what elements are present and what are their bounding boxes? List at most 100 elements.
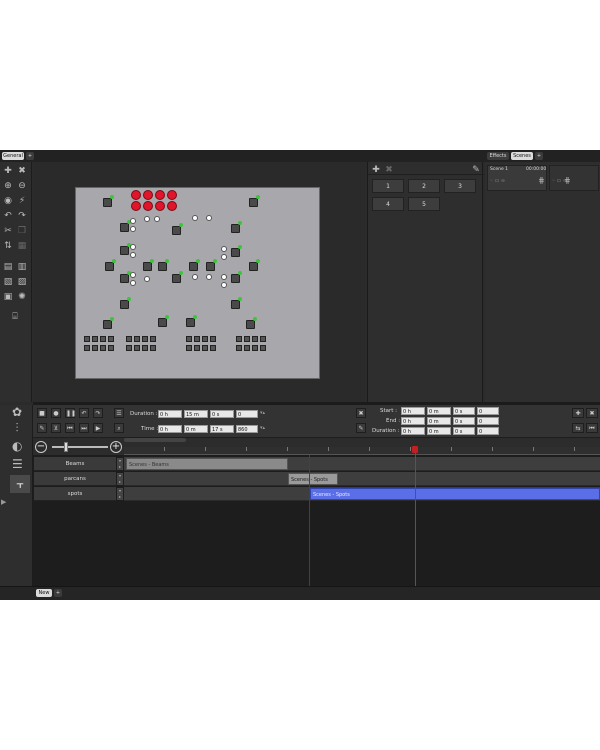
end-minutes[interactable]: 0 m [427,417,451,425]
add-right-tab-button[interactable]: + [535,152,543,160]
start-minutes[interactable]: 0 m [427,407,451,415]
par-fixture[interactable] [194,336,200,342]
red-fixture[interactable] [143,190,153,200]
par-fixture[interactable] [100,345,106,351]
lamp-fixture[interactable] [154,216,160,222]
rewind-button[interactable]: ↶ [79,408,89,418]
loop-button[interactable]: ⇆ [572,423,584,433]
clip-scenes-spots-blue[interactable]: Scenes - Spots [310,488,600,500]
pause-button[interactable]: ❚❚ [65,408,76,418]
red-fixture[interactable] [155,190,165,200]
list-button[interactable]: ☰ [114,408,124,418]
moving-head-fixture[interactable] [103,195,114,207]
time-ruler[interactable] [124,447,600,455]
par-fixture[interactable] [142,345,148,351]
red-fixture[interactable] [155,201,165,211]
end-seconds[interactable]: 0 s [453,417,475,425]
moving-head-fixture[interactable] [120,220,131,232]
lamp-fixture[interactable] [130,218,136,224]
track-row-parcans[interactable]: Scenes - Spots [124,472,600,486]
lamp-fixture[interactable] [221,254,227,260]
zoom-in-button[interactable]: + [110,441,122,453]
moving-head-fixture[interactable] [172,223,183,235]
range-duration-minutes[interactable]: 0 m [427,427,451,435]
delete-scene-icon[interactable]: ✖ [384,165,394,175]
par-fixture[interactable] [210,345,216,351]
tools-icon[interactable]: ✂ [3,226,13,236]
par-fixture[interactable] [100,336,106,342]
scene-button-5[interactable]: 5 [408,197,440,211]
scene-button-4[interactable]: 4 [372,197,404,211]
par-fixture[interactable] [84,345,90,351]
remove-track-button[interactable]: ✖ [586,408,598,418]
clip-scenes-spots[interactable]: Scenes - Spots [288,473,338,485]
par-fixture[interactable] [84,336,90,342]
moving-head-fixture[interactable] [172,271,183,283]
mark-button[interactable]: ⊻ [51,423,61,433]
lamp-fixture[interactable] [130,272,136,278]
lamp-fixture[interactable] [144,216,150,222]
par-fixture[interactable] [210,336,216,342]
par-fixture[interactable] [252,345,258,351]
par-fixture[interactable] [186,345,192,351]
red-fixture[interactable] [131,190,141,200]
record-button[interactable]: ● [51,408,61,418]
search-button[interactable]: ⌕ [114,423,124,433]
lamp-fixture[interactable] [221,246,227,252]
group-icon[interactable]: ▦ [17,241,27,251]
lamp-fixture[interactable] [130,226,136,232]
track-row-spots[interactable]: Scenes - Spots [124,487,600,501]
tab-scenes[interactable]: Scenes [511,152,533,160]
par-fixture[interactable] [134,336,140,342]
red-fixture[interactable] [167,190,177,200]
par-fixture[interactable] [202,336,208,342]
range-duration-seconds[interactable]: 0 s [453,427,475,435]
distribute-icon[interactable]: ▥ [17,262,27,272]
par-fixture[interactable] [126,336,132,342]
lamp-fixture[interactable] [130,280,136,286]
scene-list-item-2[interactable]: ◦ ▭ ∞ ⋕ [549,165,599,191]
timeline-scrollbar[interactable] [124,438,186,442]
par-fixture[interactable] [92,345,98,351]
tab-general[interactable]: General [2,152,24,160]
color-wheel-icon[interactable]: ✿ [12,406,22,418]
scene-button-2[interactable]: 2 [408,179,440,193]
rotate-icon[interactable]: ✺ [17,292,27,302]
zoom-slider-track[interactable] [52,446,108,448]
undo-icon[interactable]: ↶ [3,211,13,221]
scene-button-3[interactable]: 3 [444,179,476,193]
edit-button[interactable]: ✎ [37,423,47,433]
lamp-fixture[interactable] [221,282,227,288]
moving-head-fixture[interactable] [231,245,242,257]
moving-head-fixture[interactable] [231,271,242,283]
moving-head-fixture[interactable] [189,259,200,271]
tab-effects[interactable]: Effects [487,152,509,160]
zoom-slider-handle[interactable] [64,442,68,452]
forward-button[interactable]: ↷ [93,408,103,418]
track-label-spots[interactable]: spots [34,487,116,501]
par-fixture[interactable] [126,345,132,351]
time-stepper-icon[interactable]: ▾▴ [260,425,265,431]
lamp-fixture[interactable] [221,274,227,280]
lamp-fixture[interactable] [144,276,150,282]
duration-frames[interactable]: 0 [236,410,258,418]
moving-head-fixture[interactable] [120,271,131,283]
scene-mixer-icon[interactable]: ⋕ [564,176,571,185]
moving-head-fixture[interactable] [249,259,260,271]
go-start-button[interactable]: ⏮ [586,423,598,433]
red-fixture[interactable] [143,201,153,211]
par-fixture[interactable] [202,345,208,351]
moving-head-fixture[interactable] [158,259,169,271]
expand-arrow-icon[interactable]: ▶ [1,498,6,506]
par-fixture[interactable] [194,345,200,351]
track-toggle-icon[interactable]: ▾ ▸ [117,473,123,485]
moving-head-fixture[interactable] [158,315,169,327]
moving-head-fixture[interactable] [206,259,217,271]
palette-icon[interactable]: ◐ [12,440,22,452]
add-bottom-tab-button[interactable]: + [54,589,62,597]
moving-head-fixture[interactable] [249,195,260,207]
lamp-fixture[interactable] [130,252,136,258]
par-fixture[interactable] [252,336,258,342]
redo-icon[interactable]: ↷ [17,211,27,221]
skip-end-button[interactable]: ⏭ [79,423,89,433]
